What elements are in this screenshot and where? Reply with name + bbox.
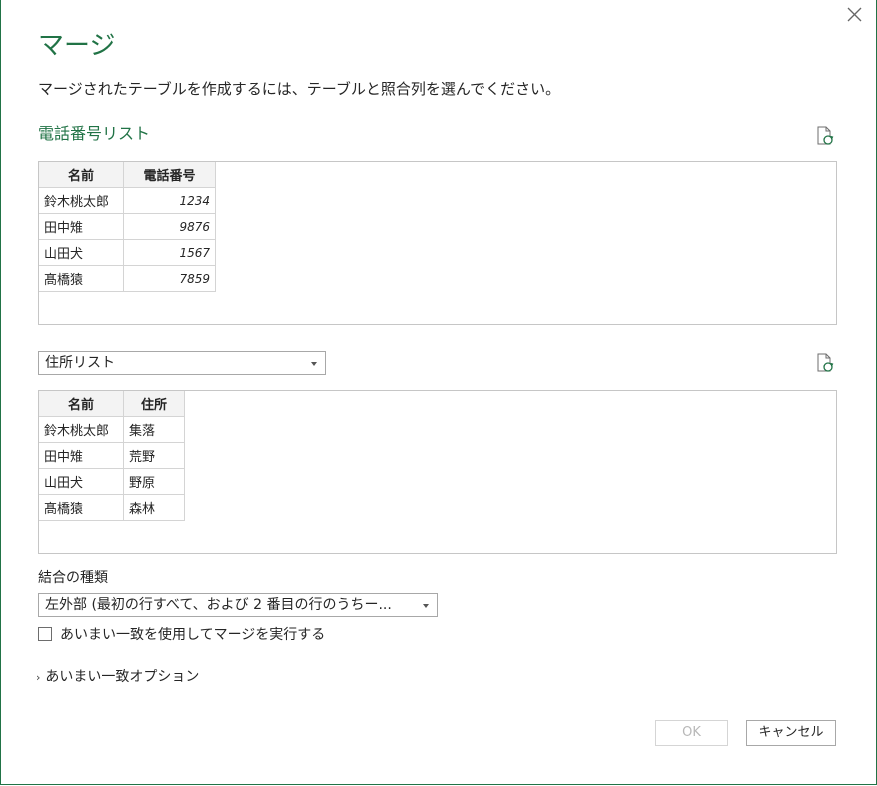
second-table-grid: 名前 住所 鈴木桃太郎 集落 田中雉 荒野 山田犬 野原 髙橋猿 森林 (39, 391, 185, 521)
fuzzy-match-checkbox-label: あいまい一致を使用してマージを実行する (60, 627, 326, 643)
refresh-preview-icon[interactable] (816, 126, 834, 146)
table-row: 田中雉 9876 (39, 213, 216, 240)
chevron-down-icon (423, 604, 429, 608)
cancel-button[interactable]: キャンセル (746, 720, 836, 746)
table-cell: 鈴木桃太郎 (39, 187, 124, 214)
table-cell: 髙橋猿 (39, 265, 124, 292)
join-kind-select-value: 左外部 (最初の行すべて、および 2 番目の行のうちー... (45, 597, 392, 613)
first-table-label: 電話番号リスト (38, 124, 151, 143)
table-row: 田中雉 荒野 (39, 442, 185, 469)
refresh-preview-icon[interactable] (816, 353, 834, 373)
table-cell: 集落 (123, 416, 185, 443)
table-row: 鈴木桃太郎 集落 (39, 416, 185, 443)
table-cell: 7859 (123, 265, 216, 292)
second-table-select[interactable]: 住所リスト (38, 351, 326, 375)
second-table-select-value: 住所リスト (45, 355, 115, 371)
table-row: 髙橋猿 7859 (39, 265, 216, 292)
column-header-name[interactable]: 名前 (39, 391, 124, 417)
ok-button[interactable]: OK (655, 720, 728, 746)
second-table-preview: 名前 住所 鈴木桃太郎 集落 田中雉 荒野 山田犬 野原 髙橋猿 森林 (38, 390, 837, 554)
chevron-down-icon (311, 362, 317, 366)
table-cell: 田中雉 (39, 442, 124, 469)
column-header-phone[interactable]: 電話番号 (123, 162, 216, 188)
table-cell: 山田犬 (39, 468, 124, 495)
table-cell: 1234 (123, 187, 216, 214)
column-header-name[interactable]: 名前 (39, 162, 124, 188)
table-row: 髙橋猿 森林 (39, 494, 185, 521)
table-cell: 髙橋猿 (39, 494, 124, 521)
dialog-title: マージ (38, 31, 116, 61)
join-kind-select[interactable]: 左外部 (最初の行すべて、および 2 番目の行のうちー... (38, 593, 438, 617)
close-icon[interactable] (845, 5, 865, 25)
chevron-right-icon: › (36, 671, 41, 684)
join-kind-label: 結合の種類 (38, 570, 108, 586)
table-cell: 田中雉 (39, 213, 124, 240)
table-row: 鈴木桃太郎 1234 (39, 187, 216, 214)
table-cell: 山田犬 (39, 239, 124, 266)
fuzzy-options-expander[interactable]: › あいまい一致オプション (36, 668, 199, 687)
table-cell: 鈴木桃太郎 (39, 416, 124, 443)
fuzzy-match-checkbox[interactable] (38, 627, 52, 641)
table-cell: 1567 (123, 239, 216, 266)
dialog-description: マージされたテーブルを作成するには、テーブルと照合列を選んでください。 (38, 80, 561, 98)
fuzzy-options-label: あいまい一致オプション (45, 669, 200, 685)
fuzzy-match-checkbox-row[interactable]: あいまい一致を使用してマージを実行する (38, 626, 325, 644)
table-cell: 野原 (123, 468, 185, 495)
table-cell: 森林 (123, 494, 185, 521)
first-table-grid: 名前 電話番号 鈴木桃太郎 1234 田中雉 9876 山田犬 1567 髙橋猿… (39, 162, 216, 292)
table-row: 山田犬 野原 (39, 468, 185, 495)
table-cell: 荒野 (123, 442, 185, 469)
column-header-address[interactable]: 住所 (123, 391, 185, 417)
table-row: 山田犬 1567 (39, 239, 216, 266)
first-table-preview: 名前 電話番号 鈴木桃太郎 1234 田中雉 9876 山田犬 1567 髙橋猿… (38, 161, 837, 325)
table-cell: 9876 (123, 213, 216, 240)
